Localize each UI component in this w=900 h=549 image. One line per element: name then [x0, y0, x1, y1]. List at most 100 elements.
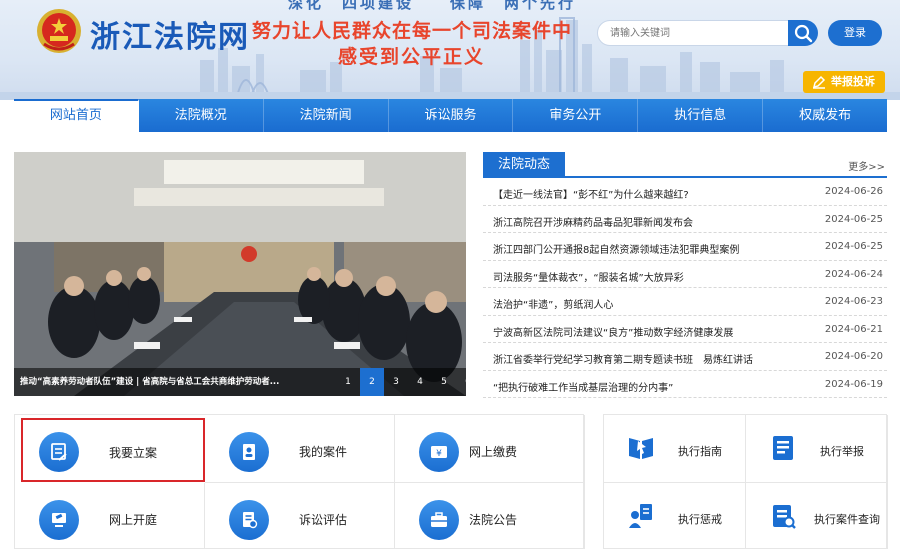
news-item-title[interactable]: 司法服务“量体裁衣”，“服装名城”大放异彩 — [493, 269, 793, 284]
news-item[interactable]: 浙江高院召开涉麻精药品毒品犯罪新闻发布会 2024-06-25 — [483, 206, 887, 233]
news-item[interactable]: “把执行破难工作当成基层治理的分内事” 2024-06-19 — [483, 371, 887, 398]
litigation-assessment-icon-bg — [229, 500, 269, 540]
page: 浙江法院网 深化 四项建设 保障 两个先行 努力让人民群众在每一个司法案件中 感… — [0, 0, 900, 549]
news-item-title[interactable]: 宁波高新区法院司法建议“良方”推动数字经济健康发展 — [493, 324, 793, 339]
slideshow-pagination: 1 2 3 4 5 6 — [336, 368, 466, 396]
court-emblem-icon — [37, 9, 81, 53]
news-list: 【走近一线法官】“彭不红”为什么越来越红? 2024-06-26 浙江高院召开涉麻… — [483, 178, 887, 398]
book-pointer-icon — [629, 438, 653, 459]
assessment-icon — [243, 512, 258, 529]
news-item-title[interactable]: 浙江四部门公开通报8起自然资源领域违法犯罪典型案例 — [493, 241, 793, 256]
news-item-date: 2024-06-19 — [824, 378, 883, 390]
case-query-icon — [773, 505, 796, 529]
file-case-icon-bg — [39, 432, 79, 472]
report-document-icon — [773, 436, 793, 460]
slogan-line-1: 努力让人民群众在每一个司法案件中 — [252, 20, 573, 42]
online-payment-button[interactable]: ¥ 网上缴费 — [395, 415, 585, 483]
online-hearing-icon-bg — [39, 500, 79, 540]
my-cases-button[interactable]: 我的案件 — [205, 415, 395, 483]
news-item-title[interactable]: 法治护“非遗”，剪纸润人心 — [493, 296, 793, 311]
search-button[interactable] — [788, 20, 818, 46]
news-header: 法院动态 更多>> — [483, 152, 887, 178]
court-announcement-label: 法院公告 — [469, 513, 518, 527]
slide-page-button[interactable]: 4 — [408, 368, 432, 396]
slide-page-button[interactable]: 1 — [336, 368, 360, 396]
file-case-label: 我要立案 — [109, 446, 158, 460]
online-hearing-label: 网上开庭 — [109, 513, 158, 527]
site-title: 浙江法院网 — [90, 20, 250, 55]
execution-case-query-label: 执行案件查询 — [814, 513, 880, 526]
slide-page-button[interactable]: 2 — [360, 368, 384, 396]
news-item[interactable]: 宁波高新区法院司法建议“良方”推动数字经济健康发展 2024-06-21 — [483, 316, 887, 343]
litigation-services-grid: 我要立案 我的案件 ¥ 网上缴费 网上开庭 诉讼评估 法院公告 — [14, 414, 585, 549]
news-item-title[interactable]: 【走近一线法官】“彭不红”为什么越来越红? — [493, 186, 793, 201]
main-nav: 网站首页 法院概况 法院新闻 诉讼服务 审务公开 执行信息 权威发布 — [14, 99, 887, 132]
svg-text:¥: ¥ — [436, 449, 442, 459]
news-item-title[interactable]: “把执行破难工作当成基层治理的分内事” — [493, 379, 793, 394]
news-item-date: 2024-06-21 — [824, 323, 883, 335]
report-complaint-button[interactable]: 举报投诉 — [803, 71, 885, 93]
briefcase-icon — [431, 512, 447, 527]
slogan-top: 深化 四项建设 保障 两个先行 — [288, 0, 577, 12]
search-icon — [794, 24, 813, 43]
gavel-screen-icon — [52, 513, 66, 527]
meeting-room-photo — [14, 152, 466, 396]
search-input[interactable] — [610, 24, 780, 42]
payment-icon: ¥ — [431, 446, 447, 459]
nav-item-court-news[interactable]: 法院新闻 — [264, 99, 389, 132]
news-item-date: 2024-06-20 — [824, 351, 883, 362]
slide-page-button[interactable]: 6 — [456, 368, 466, 396]
punishment-icon — [629, 504, 652, 528]
slide-page-button[interactable]: 5 — [432, 368, 456, 396]
news-item-date: 2024-06-23 — [824, 296, 883, 307]
news-item-title[interactable]: 浙江省委举行党纪学习教育第二期专题读书班 易炼红讲话 — [493, 351, 793, 366]
execution-case-query-button[interactable]: 执行案件查询 — [746, 483, 888, 549]
execution-discipline-label: 执行惩戒 — [678, 513, 722, 526]
online-payment-icon-bg: ¥ — [419, 432, 459, 472]
file-case-button[interactable]: 我要立案 — [21, 418, 205, 482]
news-item[interactable]: 浙江省委举行党纪学习教育第二期专题读书班 易炼红讲话 2024-06-20 — [483, 343, 887, 371]
execution-guide-button[interactable]: 执行指南 — [604, 415, 746, 483]
execution-discipline-button[interactable]: 执行惩戒 — [604, 483, 746, 549]
document-person-icon — [243, 444, 255, 460]
file-case-icon — [51, 443, 67, 461]
online-payment-label: 网上缴费 — [469, 445, 518, 459]
execution-report-label: 执行举报 — [820, 445, 864, 458]
news-more-link[interactable]: 更多>> — [848, 158, 885, 173]
execution-services-grid: 执行指南 执行举报 执行惩戒 执行案件查询 — [603, 414, 888, 549]
header-banner: 浙江法院网 深化 四项建设 保障 两个先行 努力让人民群众在每一个司法案件中 感… — [0, 0, 900, 100]
news-item-date: 2024-06-25 — [824, 241, 883, 252]
court-announcement-button[interactable]: 法院公告 — [395, 483, 585, 549]
litigation-assessment-button[interactable]: 诉讼评估 — [205, 483, 395, 549]
nav-item-home[interactable]: 网站首页 — [14, 99, 139, 132]
news-section-title[interactable]: 法院动态 — [483, 152, 565, 178]
news-item[interactable]: 司法服务“量体裁衣”，“服装名城”大放异彩 2024-06-24 — [483, 261, 887, 288]
slideshow-caption-bar: 推动“高素养劳动者队伍”建设 | 省高院与省总工会共商维护劳动者... 1 2 … — [14, 368, 466, 396]
slogan-line-2: 感受到公平正义 — [338, 46, 486, 68]
nav-item-court-overview[interactable]: 法院概况 — [139, 99, 264, 132]
news-item-title[interactable]: 浙江高院召开涉麻精药品毒品犯罪新闻发布会 — [493, 214, 793, 229]
edit-icon — [812, 75, 826, 89]
my-cases-icon-bg — [229, 432, 269, 472]
slideshow-caption[interactable]: 推动“高素养劳动者队伍”建设 | 省高院与省总工会共商维护劳动者... — [20, 375, 308, 387]
news-item-date: 2024-06-25 — [824, 213, 883, 225]
news-item-date: 2024-06-24 — [824, 268, 883, 280]
report-complaint-label: 举报投诉 — [831, 75, 875, 88]
news-item[interactable]: 法治护“非遗”，剪纸润人心 2024-06-23 — [483, 288, 887, 316]
news-item[interactable]: 浙江四部门公开通报8起自然资源领域违法犯罪典型案例 2024-06-25 — [483, 233, 887, 261]
litigation-assessment-label: 诉讼评估 — [299, 513, 348, 527]
my-cases-label: 我的案件 — [299, 445, 348, 459]
search-box — [597, 20, 817, 46]
slide-page-button[interactable]: 3 — [384, 368, 408, 396]
news-slideshow[interactable]: 推动“高素养劳动者队伍”建设 | 省高院与省总工会共商维护劳动者... 1 2 … — [14, 152, 466, 396]
news-item-date: 2024-06-26 — [824, 186, 883, 197]
nav-item-execution-info[interactable]: 执行信息 — [638, 99, 764, 132]
nav-item-litigation-services[interactable]: 诉讼服务 — [389, 99, 514, 132]
court-announcement-icon-bg — [419, 500, 459, 540]
online-hearing-button[interactable]: 网上开庭 — [15, 483, 205, 549]
execution-report-button[interactable]: 执行举报 — [746, 415, 888, 483]
news-item[interactable]: 【走近一线法官】“彭不红”为什么越来越红? 2024-06-26 — [483, 178, 887, 206]
nav-item-official-release[interactable]: 权威发布 — [763, 99, 887, 132]
nav-item-trial-disclosure[interactable]: 审务公开 — [513, 99, 639, 132]
login-button[interactable]: 登录 — [828, 20, 882, 46]
